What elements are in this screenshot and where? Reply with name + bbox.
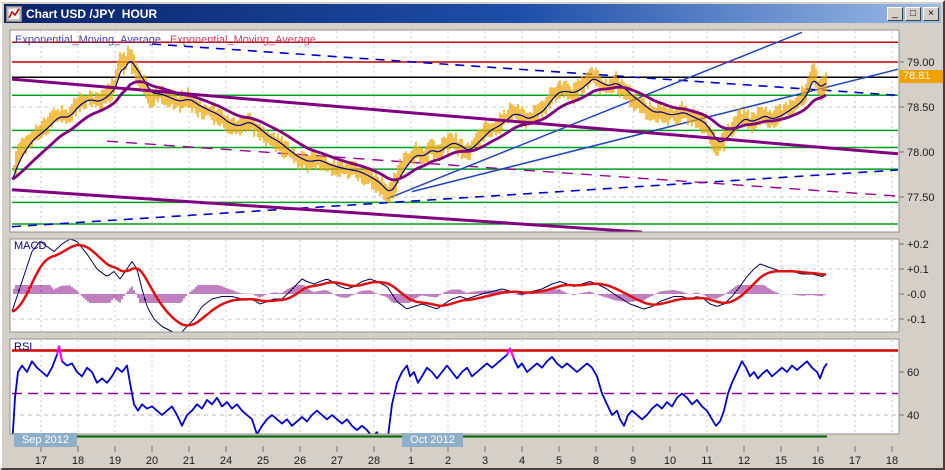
close-button[interactable]: × <box>923 6 939 21</box>
price-axis-label: 77.50 <box>907 192 935 204</box>
date-axis-label: 20 <box>146 455 158 467</box>
date-axis-label: 15 <box>775 455 787 467</box>
date-axis-label: 3 <box>482 455 488 467</box>
price-axis-label: 78.50 <box>907 102 935 114</box>
restore-button[interactable]: □ <box>905 6 921 21</box>
chart-window: Chart USD /JPY HOUR _ □ × 79.00 78.50 78.0… <box>0 0 945 470</box>
date-axis-label: 26 <box>294 455 306 467</box>
date-axis-label: 18 <box>72 455 84 467</box>
date-axis-label: 1 <box>408 455 414 467</box>
rsi-axis-label: 40 <box>907 410 919 422</box>
macd-label: MACD <box>14 240 47 252</box>
macd-axis-label: +0.2 <box>907 239 929 251</box>
macd-panel <box>9 238 900 333</box>
rsi-label: RSI <box>14 341 33 353</box>
chart-canvas[interactable]: 79.00 78.50 78.00 77.50 +0.2 +0.1 -0.0 -0.1 60 40… <box>2 24 945 470</box>
date-axis-label: 17 <box>849 455 861 467</box>
macd-axis-label: -0.1 <box>907 314 926 326</box>
macd-axis-label: +0.1 <box>907 264 929 276</box>
date-axis-label: 8 <box>593 455 599 467</box>
date-axis-label: 4 <box>519 455 525 467</box>
ema-legend: Exponential_Moving_Average Exponential_M… <box>15 34 316 46</box>
date-axis-label: 28 <box>368 455 380 467</box>
date-axis-label: 9 <box>630 455 636 467</box>
legend-ema2-label: Exponential_Moving_Average <box>169 34 316 46</box>
date-axis-label: 5 <box>556 455 562 467</box>
minimize-button[interactable]: _ <box>887 6 903 21</box>
titlebar[interactable]: Chart USD /JPY HOUR _ □ × <box>4 4 941 23</box>
month-badge-sep: Sep 2012 <box>14 433 77 447</box>
macd-axis-label: -0.0 <box>907 289 926 301</box>
rsi-axis-label: 60 <box>907 367 919 379</box>
date-axis-label: 21 <box>183 455 195 467</box>
month-badge-oct: Oct 2012 <box>402 433 463 447</box>
date-axis-label: 2 <box>445 455 451 467</box>
date-axis-label: 10 <box>664 455 676 467</box>
rsi-panel <box>9 338 900 435</box>
price-axis-label: 78.00 <box>907 147 935 159</box>
date-axis-label: 25 <box>257 455 269 467</box>
date-axis-label: 27 <box>331 455 343 467</box>
date-axis-label: 17 <box>35 455 47 467</box>
date-axis-label: 12 <box>738 455 750 467</box>
window-title: Chart USD /JPY HOUR <box>26 6 158 21</box>
legend-ema1-label: Exponential_Moving_Average <box>15 34 161 46</box>
date-axis-label: 18 <box>886 455 898 467</box>
price-axis-label: 79.00 <box>907 57 935 69</box>
date-axis-label: 19 <box>109 455 121 467</box>
date-axis-label: 16 <box>812 455 824 467</box>
date-axis-label: 11 <box>701 455 712 467</box>
chart-icon <box>6 5 22 22</box>
date-axis-label: 24 <box>220 455 232 467</box>
current-price-tag: 78.81 <box>900 70 943 83</box>
